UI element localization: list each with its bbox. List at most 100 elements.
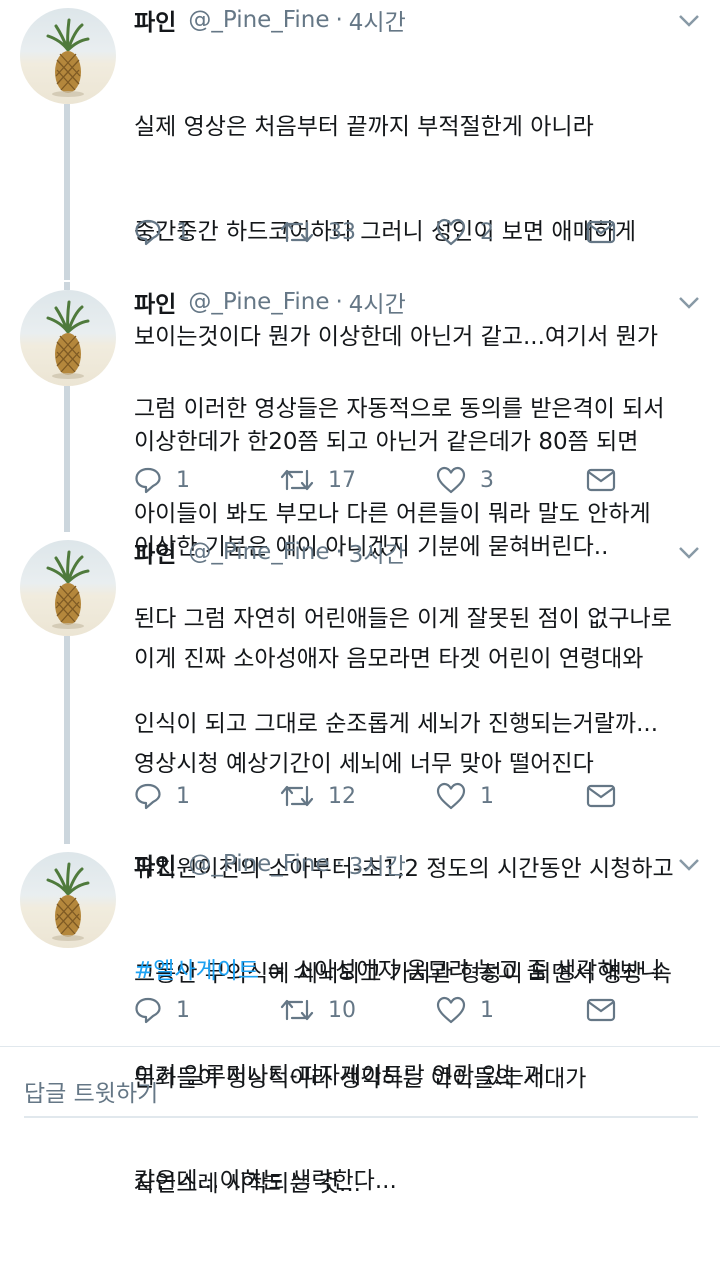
retweet-count: 17 xyxy=(328,467,356,493)
like-button[interactable]: 2 xyxy=(436,214,494,250)
reply-button[interactable]: 1 xyxy=(134,214,190,250)
tweet-header: 파인 @_Pine_Fine · 4시간 xyxy=(134,282,406,322)
retweet-button[interactable]: 33 xyxy=(280,214,356,250)
tweet[interactable]: 파인 @_Pine_Fine · 3시간 #엘사게이트 = 소아성애자 음모라 … xyxy=(0,844,720,1194)
pineapple-icon xyxy=(46,862,90,941)
avatar[interactable] xyxy=(20,852,116,948)
user-handle[interactable]: @_Pine_Fine xyxy=(188,539,329,565)
retweet-button[interactable]: 12 xyxy=(280,778,356,814)
pineapple-icon xyxy=(46,550,90,629)
tweet-header: 파인 @_Pine_Fine · 4시간 xyxy=(134,0,406,40)
like-count: 1 xyxy=(480,783,494,809)
like-count: 2 xyxy=(480,219,494,245)
tweet-line: 같은데...이하는 생략한다... xyxy=(134,1168,397,1194)
thread-line xyxy=(64,282,70,290)
chevron-down-icon[interactable] xyxy=(678,14,700,28)
timestamp[interactable]: 3시간 xyxy=(349,847,406,881)
retweet-icon xyxy=(280,785,314,807)
timestamp[interactable]: 4시간 xyxy=(349,285,406,319)
tweet[interactable]: 파인 @_Pine_Fine · 4시간 실제 영상은 처음부터 끝까지 부적절… xyxy=(0,0,720,560)
user-handle[interactable]: @_Pine_Fine xyxy=(188,851,329,877)
reply-count: 1 xyxy=(176,997,190,1023)
reply-icon xyxy=(135,219,161,246)
tweet[interactable]: 파인 @_Pine_Fine · 4시간 그럼 이러한 영상들은 자동적으로 동… xyxy=(0,282,720,737)
retweet-icon xyxy=(280,469,314,491)
hashtag-link[interactable]: #엘사게이트 xyxy=(134,958,259,984)
like-count: 3 xyxy=(480,467,494,493)
reply-count: 1 xyxy=(176,219,190,245)
thread-line xyxy=(64,104,70,280)
thread-line xyxy=(64,636,70,844)
reply-icon xyxy=(135,783,161,810)
like-button[interactable]: 1 xyxy=(436,992,494,1028)
like-count: 1 xyxy=(480,997,494,1023)
avatar[interactable] xyxy=(20,540,116,636)
retweet-count: 33 xyxy=(328,219,356,245)
tweet-header: 파인 @_Pine_Fine · 3시간 xyxy=(134,532,406,572)
tweet-actions: 1 12 1 xyxy=(134,778,624,814)
envelope-icon xyxy=(586,468,616,492)
reply-input[interactable]: 답글 트윗하기 xyxy=(24,1066,698,1118)
display-name[interactable]: 파인 xyxy=(134,847,176,881)
retweet-button[interactable]: 17 xyxy=(280,462,356,498)
tweet-actions: 1 33 2 xyxy=(134,214,624,250)
retweet-icon xyxy=(280,221,314,243)
tweet-line: 이게 진짜 소아성애자 음모라면 타겟 어린이 연령대와 xyxy=(134,646,644,672)
direct-message-button[interactable] xyxy=(586,462,630,498)
separator-dot: · xyxy=(335,289,343,315)
pineapple-icon xyxy=(46,18,90,97)
direct-message-button[interactable] xyxy=(586,778,630,814)
tweet-line: 영상시청 예상기간이 세뇌에 너무 맞아 떨어진다 xyxy=(134,751,594,777)
reply-icon xyxy=(135,467,161,494)
like-button[interactable]: 3 xyxy=(436,462,494,498)
reply-icon xyxy=(135,997,161,1024)
divider xyxy=(0,1046,720,1047)
thread-line xyxy=(64,386,70,532)
separator-dot: · xyxy=(335,539,343,565)
chevron-down-icon[interactable] xyxy=(678,546,700,560)
heart-icon xyxy=(436,782,466,810)
tweet[interactable]: 파인 @_Pine_Fine · 3시간 이게 진짜 소아성애자 음모라면 타겟… xyxy=(0,532,720,1197)
timestamp[interactable]: 4시간 xyxy=(349,3,406,37)
retweet-count: 12 xyxy=(328,783,356,809)
display-name[interactable]: 파인 xyxy=(134,3,176,37)
display-name[interactable]: 파인 xyxy=(134,535,176,569)
tweet-line: #엘사게이트 = 소아성애자 음모라 놓고 좀 생각해보니 xyxy=(134,954,704,989)
envelope-icon xyxy=(586,784,616,808)
tweet-actions: 1 10 1 xyxy=(134,992,624,1028)
retweet-count: 10 xyxy=(328,997,356,1023)
heart-icon xyxy=(436,466,466,494)
reply-button[interactable]: 1 xyxy=(134,462,190,498)
separator-dot: · xyxy=(335,7,343,33)
tweet-line: 실제 영상은 처음부터 끝까지 부적절한게 아니라 xyxy=(134,114,594,140)
user-handle[interactable]: @_Pine_Fine xyxy=(188,7,329,33)
chevron-down-icon[interactable] xyxy=(678,858,700,872)
heart-icon xyxy=(436,218,466,246)
separator-dot: · xyxy=(335,851,343,877)
reply-placeholder: 답글 트윗하기 xyxy=(24,1081,159,1107)
heart-icon xyxy=(436,996,466,1024)
user-handle[interactable]: @_Pine_Fine xyxy=(188,289,329,315)
reply-count: 1 xyxy=(176,467,190,493)
like-button[interactable]: 1 xyxy=(436,778,494,814)
retweet-button[interactable]: 10 xyxy=(280,992,356,1028)
envelope-icon xyxy=(586,998,616,1022)
avatar[interactable] xyxy=(20,290,116,386)
chevron-down-icon[interactable] xyxy=(678,296,700,310)
direct-message-button[interactable] xyxy=(586,992,630,1028)
envelope-icon xyxy=(586,220,616,244)
reply-button[interactable]: 1 xyxy=(134,778,190,814)
retweet-icon xyxy=(280,999,314,1021)
avatar[interactable] xyxy=(20,8,116,104)
tweet-line: 아이들이 봐도 부모나 다른 어른들이 뭐라 말도 안하게 xyxy=(134,501,651,527)
display-name[interactable]: 파인 xyxy=(134,285,176,319)
tweet-header: 파인 @_Pine_Fine · 3시간 xyxy=(134,844,406,884)
tweet-actions: 1 17 3 xyxy=(134,462,624,498)
pineapple-icon xyxy=(46,300,90,379)
reply-button[interactable]: 1 xyxy=(134,992,190,1028)
tweet-line: 그럼 이러한 영상들은 자동적으로 동의를 받은격이 되서 xyxy=(134,396,665,422)
tweet-line-rest: = 소아성애자 음모라 놓고 좀 생각해보니 xyxy=(259,958,661,984)
reply-count: 1 xyxy=(176,783,190,809)
direct-message-button[interactable] xyxy=(586,214,630,250)
timestamp[interactable]: 3시간 xyxy=(349,535,406,569)
